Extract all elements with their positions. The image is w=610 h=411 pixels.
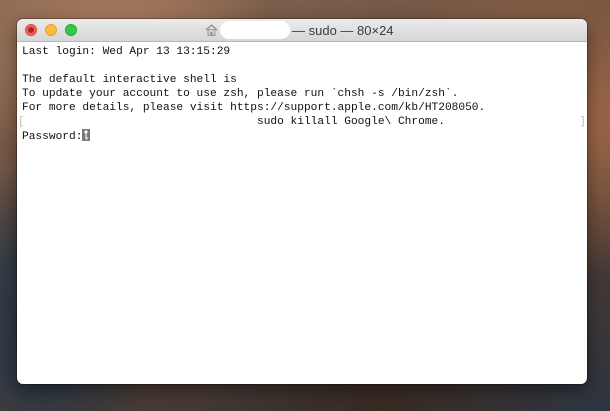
terminal-output[interactable]: Last login: Wed Apr 13 13:15:29 The defa… <box>17 42 587 143</box>
key-icon <box>84 130 89 140</box>
window-title-text: — sudo — 80×24 <box>292 22 394 38</box>
terminal-line-default-shell: The default interactive shell is <box>22 74 237 86</box>
selection-bracket-right: ] <box>579 116 586 128</box>
home-folder-icon <box>205 24 218 36</box>
terminal-line-update-zsh: To update your account to use zsh, pleas… <box>22 88 459 100</box>
terminal-line-password[interactable]: Password: <box>22 129 587 143</box>
window-titlebar[interactable]: — sudo — 80×24 <box>17 19 587 42</box>
minimize-button[interactable] <box>45 24 57 36</box>
password-prompt: Password: <box>22 131 83 143</box>
terminal-line-last-login: Last login: Wed Apr 13 13:15:29 <box>22 46 231 58</box>
terminal-line-command: sudo killall Google\ Chrome. <box>22 116 445 128</box>
close-icon <box>28 27 34 33</box>
redacted-username <box>220 21 290 39</box>
window-title: — sudo — 80×24 <box>205 21 394 39</box>
maximize-button[interactable] <box>65 24 77 36</box>
close-button[interactable] <box>25 24 37 36</box>
terminal-window[interactable]: — sudo — 80×24 Last login: Wed Apr 13 13… <box>17 19 587 384</box>
desktop-background: — sudo — 80×24 Last login: Wed Apr 13 13… <box>0 0 610 411</box>
selection-bracket-left: [ <box>18 116 25 128</box>
terminal-cursor <box>82 129 91 141</box>
terminal-line-more-details: For more details, please visit https://s… <box>22 102 486 114</box>
